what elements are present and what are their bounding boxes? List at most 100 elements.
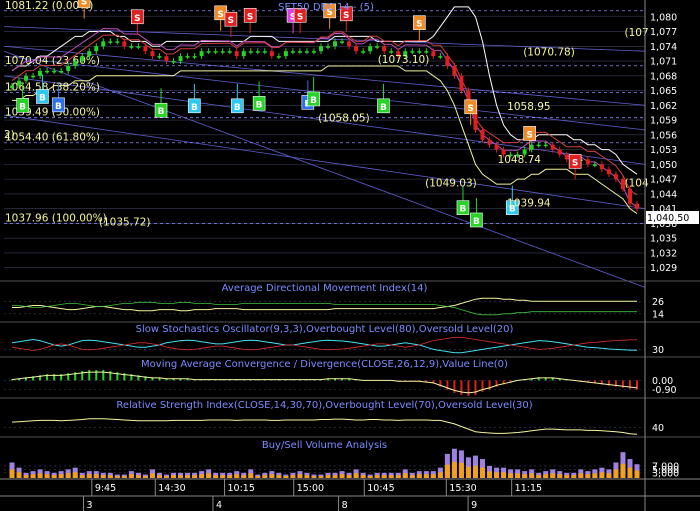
price-annotation: (1070.78) — [523, 47, 575, 59]
indicator-tick-label: 40 — [652, 423, 664, 434]
candle-body — [255, 51, 260, 53]
price-annotation: (1058.05) — [318, 113, 370, 125]
volume-bar-sell — [465, 466, 471, 478]
volume-bar-sell — [395, 475, 401, 478]
volume-bar-sell — [402, 473, 408, 478]
price-tick-label: 1,032 — [650, 248, 677, 259]
signal-letter: B — [158, 107, 165, 117]
candle-body — [122, 41, 127, 47]
candle-body — [347, 41, 352, 47]
price-annotation: (1035.72) — [99, 216, 151, 228]
candle-body — [354, 46, 359, 52]
indicator-tick-label: 30 — [652, 345, 664, 356]
candle-body — [10, 85, 14, 89]
price-annotation: (1049.03) — [425, 178, 477, 190]
indicator-tick-label: -0.90 — [652, 385, 677, 396]
candle-body — [459, 75, 464, 91]
volume-bar-sell — [557, 474, 563, 478]
volume-bar-sell — [9, 469, 15, 478]
signal-letter: B — [19, 102, 26, 112]
volume-bar-sell — [163, 476, 169, 478]
candle-body — [340, 41, 345, 43]
day-tick-label: 3 — [86, 500, 92, 511]
price-tick-label: 1,080 — [650, 12, 677, 23]
volume-bar-sell — [381, 475, 387, 478]
volume-bar-sell — [234, 474, 240, 478]
signal-letter: S — [416, 20, 422, 30]
candle-body — [487, 139, 492, 145]
price-tick-label: 1,065 — [650, 86, 677, 97]
candle-body — [389, 51, 394, 53]
candle-body — [424, 51, 429, 53]
signal-letter: S — [217, 10, 223, 20]
volume-bar-sell — [149, 473, 155, 478]
day-tick-label: 4 — [216, 500, 222, 511]
candle-body — [220, 51, 225, 53]
time-tick-label: 15:30 — [449, 483, 476, 494]
candle-body — [108, 41, 113, 43]
indicator-title: Slow Stochastics Oscillator(9,3,3),Overb… — [136, 324, 514, 335]
volume-bar-sell — [515, 473, 521, 478]
price-tick-label: 1,044 — [650, 189, 677, 200]
volume-bar-sell — [508, 473, 514, 478]
volume-bar-sell — [360, 475, 366, 478]
candle-body — [368, 46, 373, 52]
volume-bar-sell — [107, 475, 113, 478]
signal-letter: S — [467, 104, 473, 114]
signal-letter: B — [473, 217, 480, 227]
price-annotation: 1039.94 — [507, 198, 551, 210]
signal-letter: B — [460, 205, 467, 215]
price-tick-label: 1,029 — [650, 263, 677, 274]
indicator-tick-label: 14 — [652, 309, 664, 320]
volume-bar-sell — [44, 474, 50, 478]
candle-body — [333, 41, 338, 47]
candle-body — [318, 46, 323, 52]
time-tick-label: 9:45 — [95, 483, 116, 494]
volume-bar-sell — [86, 474, 92, 478]
chart-background — [0, 0, 700, 511]
volume-bar-sell — [213, 475, 219, 478]
volume-bar-sell — [128, 474, 134, 478]
candle-body — [290, 51, 295, 53]
volume-bar-sell — [262, 475, 268, 478]
volume-bar-sell — [472, 465, 478, 478]
candle-body — [52, 70, 57, 73]
price-annotation: (1073.10) — [378, 54, 430, 66]
time-tick-label: 14:30 — [158, 483, 185, 494]
volume-bar-sell — [156, 475, 162, 478]
volume-bar-sell — [65, 473, 71, 478]
volume-bar-sell — [206, 473, 212, 478]
volume-bar-sell — [16, 472, 22, 478]
candle-body — [73, 61, 78, 66]
candle-body — [59, 70, 64, 73]
volume-bar-sell — [276, 475, 282, 478]
candle-body — [164, 56, 169, 62]
signal-letter: S — [526, 130, 532, 140]
candle-body — [375, 46, 380, 48]
candle-body — [431, 51, 436, 57]
volume-bar-sell — [241, 475, 247, 478]
candle-body — [115, 41, 120, 43]
signal-letter: B — [234, 103, 241, 113]
candle-body — [45, 70, 50, 73]
volume-bar-sell — [72, 472, 78, 478]
candle-body — [480, 129, 485, 140]
last-price-label: 1,040.50 — [647, 213, 689, 224]
signal-letter: S — [247, 12, 253, 22]
volume-bar-sell — [311, 476, 317, 478]
volume-bar-sell — [353, 473, 359, 478]
candle-body — [276, 56, 281, 58]
volume-bar-sell — [114, 476, 120, 478]
candle-body — [66, 65, 71, 71]
time-tick-label: 15:00 — [297, 483, 324, 494]
candle-body — [311, 51, 316, 53]
price-tick-label: 1,050 — [650, 160, 677, 171]
volume-bar-sell — [543, 474, 549, 478]
volume-bar-sell — [564, 475, 570, 478]
indicator-title: Buy/Sell Volume Analysis — [262, 440, 387, 451]
volume-bar-sell — [304, 475, 310, 478]
volume-bar-sell — [248, 473, 254, 478]
volume-bar-sell — [606, 473, 612, 478]
volume-bar-sell — [585, 474, 591, 478]
signal-letter: S — [228, 16, 234, 26]
